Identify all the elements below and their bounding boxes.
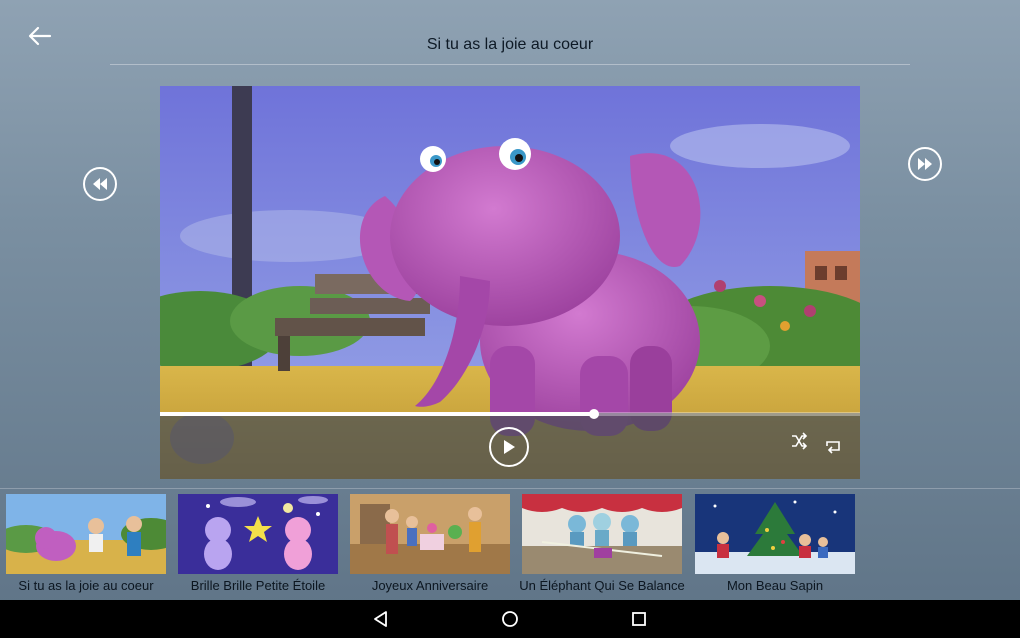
page-title: Si tu as la joie au coeur bbox=[426, 36, 594, 53]
previous-video-button[interactable] bbox=[83, 167, 117, 201]
playlist-item-label: Brille Brille Petite Étoile bbox=[190, 578, 326, 593]
next-video-button[interactable] bbox=[908, 147, 942, 181]
thumbnail-image bbox=[350, 494, 510, 574]
playlist: Si tu as la joie au coeur Brille Brille … bbox=[0, 494, 1020, 598]
system-navigation-bar bbox=[0, 600, 1020, 638]
playlist-item[interactable]: Un Éléphant Qui Se Balance bbox=[519, 494, 685, 598]
repeat-button[interactable] bbox=[824, 438, 842, 456]
playlist-item-label: Un Éléphant Qui Se Balance bbox=[519, 578, 685, 593]
progress-bar[interactable] bbox=[160, 409, 860, 419]
playlist-item-label: Joyeux Anniversaire bbox=[371, 578, 489, 593]
playlist-item[interactable]: Joyeux Anniversaire bbox=[350, 494, 510, 598]
rewind-icon bbox=[93, 178, 107, 190]
progress-thumb[interactable] bbox=[589, 409, 599, 419]
playlist-item-label: Si tu as la joie au coeur bbox=[18, 578, 154, 593]
title-divider bbox=[110, 64, 910, 65]
top-bar: Si tu as la joie au coeur bbox=[0, 0, 1020, 66]
thumbnail-image bbox=[522, 494, 682, 574]
playlist-item[interactable]: Mon Beau Sapin bbox=[695, 494, 855, 598]
playlist-item[interactable]: Si tu as la joie au coeur bbox=[6, 494, 166, 598]
shuffle-icon bbox=[792, 432, 808, 450]
playlist-item[interactable]: Brille Brille Petite Étoile bbox=[178, 494, 338, 598]
nav-home-button[interactable] bbox=[500, 609, 520, 629]
nav-recents-button[interactable] bbox=[629, 609, 649, 629]
thumbnail-image bbox=[178, 494, 338, 574]
nav-back-button[interactable] bbox=[371, 609, 391, 629]
playlist-divider bbox=[0, 488, 1020, 489]
progress-fill bbox=[160, 412, 594, 416]
play-icon bbox=[504, 440, 515, 454]
thumbnail-image bbox=[695, 494, 855, 574]
thumbnail-image bbox=[6, 494, 166, 574]
nav-back-icon bbox=[374, 611, 387, 627]
nav-recents-icon bbox=[632, 612, 646, 626]
video-player[interactable] bbox=[160, 86, 860, 479]
play-button[interactable] bbox=[489, 427, 529, 467]
fast-forward-icon bbox=[918, 158, 932, 170]
playlist-item-label: Mon Beau Sapin bbox=[726, 578, 824, 593]
nav-home-icon bbox=[502, 611, 518, 627]
repeat-icon bbox=[826, 441, 840, 454]
shuffle-button[interactable] bbox=[790, 432, 808, 450]
